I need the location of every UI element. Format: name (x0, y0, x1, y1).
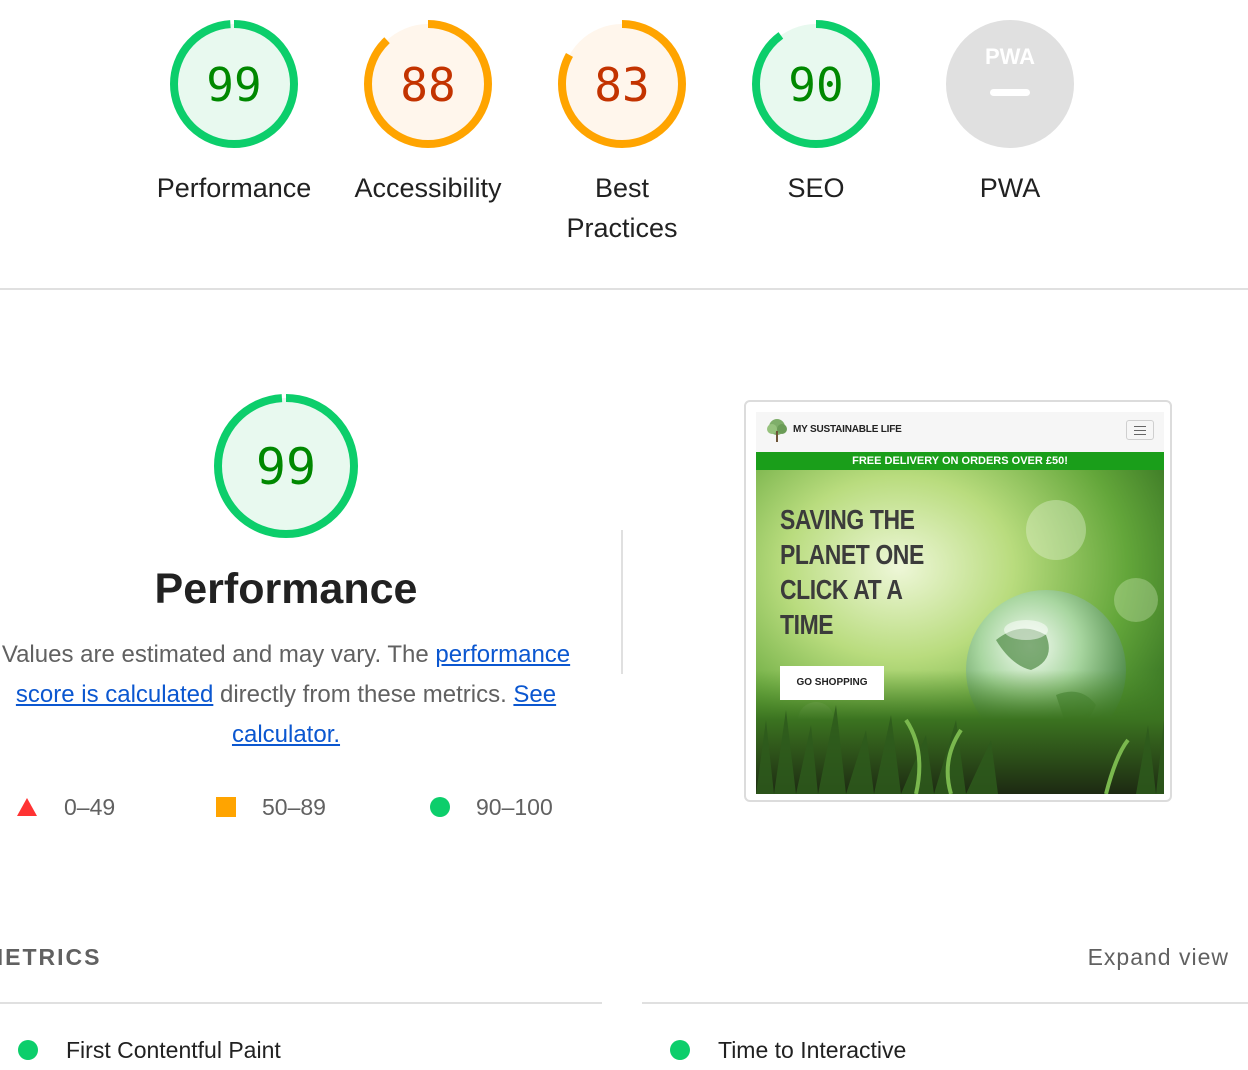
gauge-score: 88 (400, 58, 455, 112)
metric-first-contentful-paint: First Contentful Paint (18, 1030, 281, 1070)
gauge-accessibility[interactable]: 88 (362, 18, 494, 150)
circle-icon (430, 797, 450, 817)
gauge-ring: 88 (364, 20, 492, 148)
site-name: MY SUSTAINABLE LIFE (793, 424, 902, 435)
gauge-seo[interactable]: 90 (750, 18, 882, 150)
promo-bar: FREE DELIVERY ON ORDERS OVER £50! (756, 452, 1164, 470)
metrics-divider-right (642, 1002, 1248, 1004)
square-icon (216, 797, 236, 817)
gauge-score: 90 (788, 58, 843, 112)
pwa-badge-icon: PWA (946, 20, 1074, 148)
gauge-ring: 83 (558, 20, 686, 148)
metric-name: First Contentful Paint (66, 1036, 281, 1063)
gauge-ring: 99 (170, 20, 298, 148)
legend-average: 50–89 (216, 790, 326, 824)
gauge-label-performance: Performance (156, 173, 312, 203)
legend-range: 0–49 (64, 793, 116, 820)
gauge-label-seo: SEO (787, 173, 845, 203)
metrics-divider-left (0, 1002, 602, 1004)
section-divider (0, 288, 1248, 290)
vertical-divider (621, 530, 623, 674)
legend-fail: 0–49 (16, 790, 115, 824)
performance-description: Values are estimated and may vary. The p… (0, 635, 572, 755)
expand-view-button[interactable]: Expand view (1088, 944, 1229, 971)
circle-icon (670, 1040, 690, 1060)
go-shopping-button: GO SHOPPING (780, 666, 884, 700)
gauge-best-practices[interactable]: 83 (556, 18, 688, 150)
gauge-ring: 90 (752, 20, 880, 148)
gauge-label-line1: Best (594, 173, 650, 203)
legend-range: 50–89 (262, 793, 326, 820)
gauge-label-accessibility: Accessibility (354, 173, 502, 203)
metrics-heading: METRICS (0, 944, 102, 970)
metric-name: Time to Interactive (718, 1036, 907, 1063)
pwa-badge-text: PWA (985, 44, 1035, 69)
gauge-label-pwa: PWA (979, 173, 1041, 203)
site-header: MY SUSTAINABLE LIFE (756, 412, 1164, 452)
description-prefix: Values are estimated and may vary. The (1, 641, 436, 668)
circle-icon (18, 1040, 38, 1060)
hero-title: SAVING THE PLANET ONE CLICK AT A TIME (780, 504, 924, 640)
gauge-pwa[interactable]: PWA (944, 18, 1076, 150)
hero-banner: SAVING THE PLANET ONE CLICK AT A TIME GO… (756, 470, 1164, 794)
gauge-score: 99 (206, 58, 261, 112)
menu-icon (1126, 420, 1154, 440)
gauge-score: 83 (594, 58, 649, 112)
metric-time-to-interactive: Time to Interactive (670, 1030, 906, 1070)
description-middle: directly from these metrics. (213, 681, 514, 708)
performance-title: Performance (154, 565, 418, 613)
gauge-label-best-practices: Best Practices (522, 168, 722, 248)
gauge-label-line2: Practices (566, 213, 678, 243)
performance-large-gauge: 99 (212, 392, 360, 540)
gauge-score: 99 (256, 438, 316, 496)
tree-logo-icon (767, 419, 787, 442)
legend-range: 90–100 (476, 793, 553, 820)
triangle-icon (17, 798, 37, 816)
final-screenshot[interactable]: MY SUSTAINABLE LIFE FREE DELIVERY ON ORD… (744, 400, 1172, 802)
gauge-performance[interactable]: 99 (168, 18, 300, 150)
legend-pass: 90–100 (430, 790, 553, 824)
gauge-ring: 99 (214, 394, 358, 538)
